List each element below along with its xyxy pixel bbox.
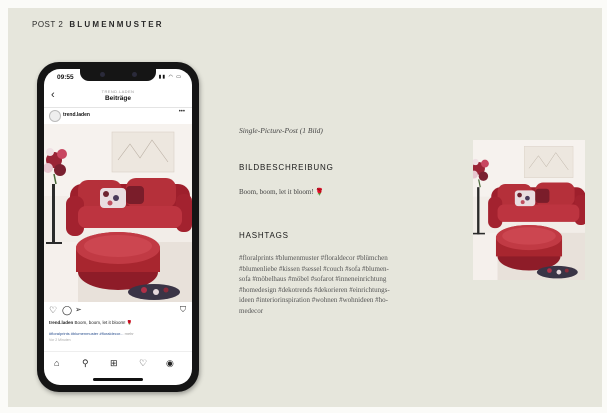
post-actions: ♡ ◯ ➢ ⛉ bbox=[44, 305, 192, 317]
description-heading: BILDBESCHREIBUNG bbox=[239, 163, 334, 172]
hashtags-line: sofa #möbelhaus #möbel #sofarot #innenei… bbox=[239, 275, 387, 283]
caption-username[interactable]: trend.laden bbox=[49, 320, 73, 325]
nav-title: Beiträge bbox=[104, 95, 131, 102]
caption-text: Boom, boom, let it bloom! 🌹 bbox=[74, 320, 133, 325]
nav-username: TREND.LADEN bbox=[101, 89, 135, 94]
search-icon[interactable]: ⚲ bbox=[82, 358, 89, 368]
status-bar: 09:55 ▮▮ ◠ ▭ bbox=[44, 69, 192, 86]
hashtags-heading: HASHTAGS bbox=[239, 231, 289, 240]
home-icon[interactable]: ⌂ bbox=[54, 358, 59, 368]
signal-battery-icon: ▮▮ ◠ ▭ bbox=[158, 74, 182, 80]
hashtag-preview[interactable]: #floralprints #blumenmuster #floraldecor… bbox=[49, 331, 123, 336]
post-heading: POST 2 BLUMENMUSTER bbox=[32, 20, 164, 29]
sensor-icon bbox=[132, 72, 137, 77]
share-icon[interactable]: ➢ bbox=[75, 305, 82, 315]
post-theme: BLUMENMUSTER bbox=[69, 20, 164, 29]
heart-icon[interactable]: ♡ bbox=[139, 358, 147, 368]
post-caption: trend.laden Boom, boom, let it bloom! 🌹 bbox=[49, 320, 189, 326]
rose-emoji-icon: 🌹 bbox=[315, 188, 325, 196]
description-text: Boom, boom, let it bloom! bbox=[239, 188, 314, 196]
camera-icon bbox=[100, 72, 105, 77]
phone-notch bbox=[80, 69, 156, 81]
hashtags-line: #blumenliebe #kissen #sessel #couch #sof… bbox=[239, 264, 389, 273]
hashtags-line: #floralprints #blumenmuster #floraldecor… bbox=[239, 254, 388, 262]
avatar[interactable] bbox=[49, 110, 61, 122]
post-type-label: Single-Picture-Post (1 Bild) bbox=[239, 126, 323, 135]
more-link[interactable]: mehr bbox=[125, 331, 134, 336]
heart-icon[interactable]: ♡ bbox=[49, 305, 57, 315]
phone-mockup: 09:55 ▮▮ ◠ ▭ ‹ TREND.LADEN Beiträge tren… bbox=[37, 62, 199, 392]
post-photo[interactable] bbox=[44, 124, 192, 302]
home-indicator bbox=[93, 378, 143, 381]
profile-icon[interactable]: ◉ bbox=[166, 358, 174, 368]
post-time-ago: Vor 2 Minuten bbox=[49, 338, 71, 342]
post-number: POST 2 bbox=[32, 20, 64, 29]
instagram-nav-bar: ‹ TREND.LADEN Beiträge bbox=[44, 87, 192, 108]
bottom-tab-bar: ⌂ ⚲ ⊞ ♡ ◉ bbox=[44, 351, 192, 376]
status-time: 09:55 bbox=[57, 74, 74, 81]
hashtags-line: ideen #interiorinspiration #wohnen #wohn… bbox=[239, 296, 388, 304]
more-options-icon[interactable]: ••• bbox=[179, 109, 185, 115]
hashtag-preview-line: #floralprints #blumenmuster #floraldecor… bbox=[49, 331, 189, 336]
hashtags-line: #homedesign #dekotrends #dekorieren #ein… bbox=[239, 285, 390, 294]
bookmark-icon[interactable]: ⛉ bbox=[180, 305, 186, 315]
add-icon[interactable]: ⊞ bbox=[110, 358, 118, 368]
phone-screen: 09:55 ▮▮ ◠ ▭ ‹ TREND.LADEN Beiträge tren… bbox=[44, 69, 192, 385]
description-block: Boom, boom, let it bloom! 🌹 bbox=[239, 188, 324, 196]
comment-icon[interactable]: ◯ bbox=[62, 305, 72, 315]
post-username[interactable]: trend.laden bbox=[63, 112, 90, 118]
hashtags-text: #floralprints #blumenmuster #floraldecor… bbox=[239, 253, 425, 316]
post-header: trend.laden ••• bbox=[44, 107, 192, 124]
hashtags-line: medecor bbox=[239, 306, 264, 315]
post-image-thumbnail bbox=[473, 140, 585, 280]
